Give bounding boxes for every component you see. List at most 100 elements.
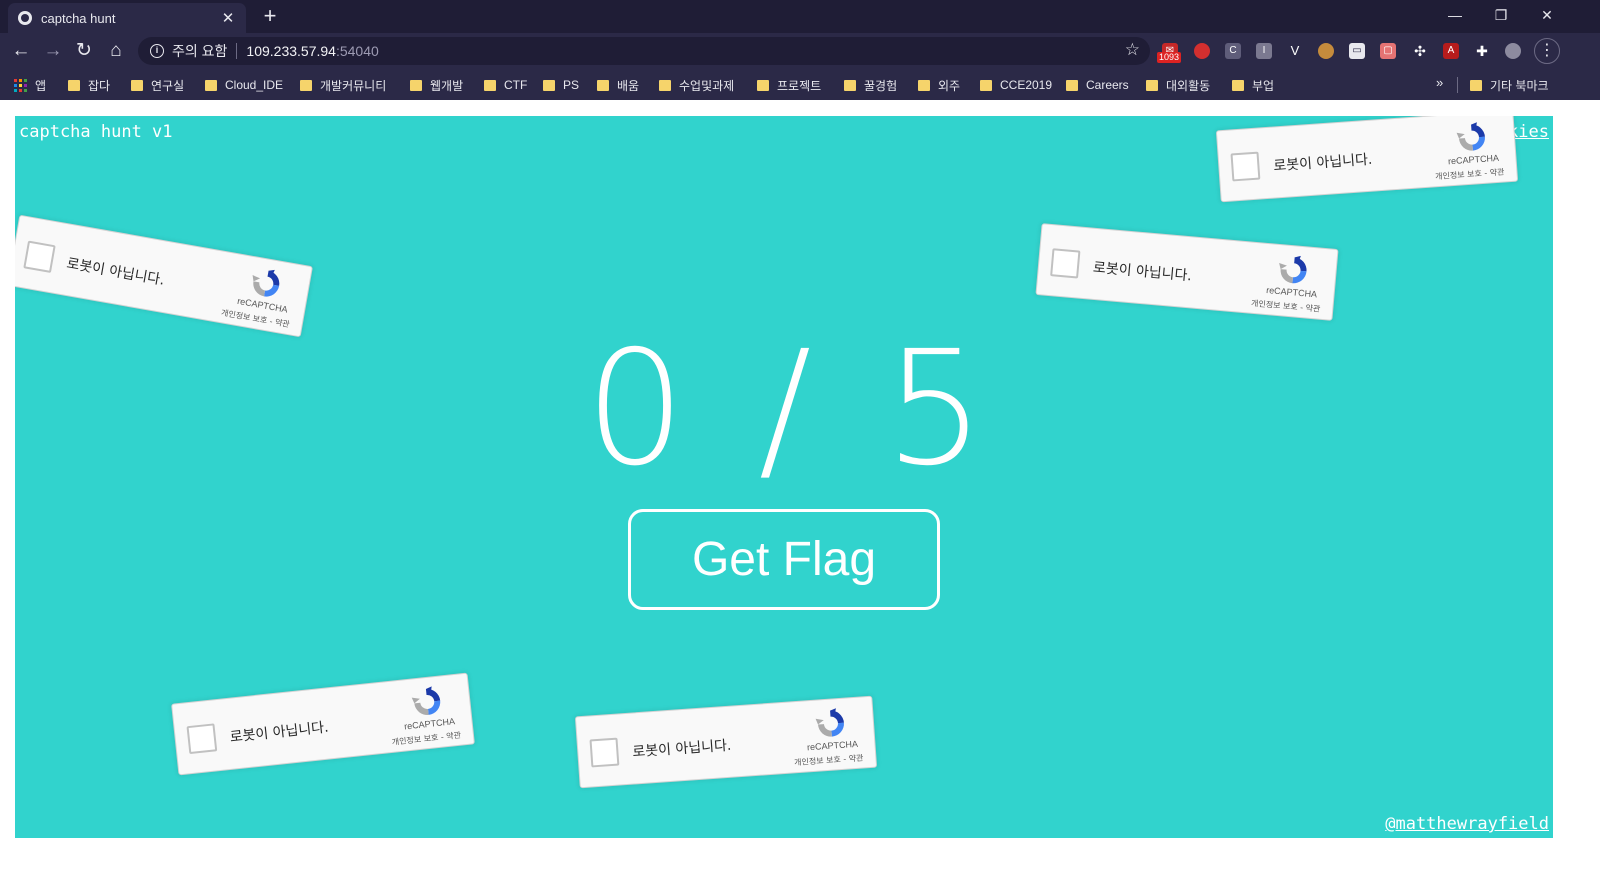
address-separator [236,43,238,59]
address-bar[interactable]: i 주의 요함 109.233.57.94 :54040 ☆ [138,37,1150,65]
back-button[interactable]: ← [7,37,35,65]
recaptcha-checkbox[interactable] [23,240,56,274]
bookmark-folder[interactable]: 프로젝트 [757,75,821,95]
url-port[interactable]: :54040 [336,43,379,59]
tab-title: captcha hunt [41,10,116,26]
pdf-extension-icon[interactable]: A [1443,43,1459,59]
recaptcha-checkbox[interactable] [1230,151,1261,182]
game-stage: captcha hunt v1 cookies @matthewrayfield… [15,116,1553,838]
folder-icon [300,79,312,91]
bookmark-label: 잡다 [88,78,111,93]
info-extension-icon[interactable]: I [1256,43,1272,59]
folder-icon [1066,79,1078,91]
home-button[interactable]: ⌂ [102,37,130,65]
bookmarks-overflow-button[interactable]: » [1436,75,1443,90]
mail-extension-badge: 1093 [1157,52,1182,63]
restore-button[interactable]: ❐ [1478,0,1524,30]
bookmark-folder[interactable]: 개발커뮤니티 [300,75,386,95]
c-extension-icon[interactable]: C [1225,43,1241,59]
new-tab-button[interactable]: + [258,3,282,29]
url-host[interactable]: 109.233.57.94 [246,43,336,59]
recaptcha-checkbox[interactable] [186,723,218,755]
recaptcha-brand: reCAPTCHA [1447,152,1500,167]
bookmark-star-icon[interactable]: ☆ [1125,40,1140,60]
recaptcha-icon [1456,122,1485,151]
bookmark-label: CCE2019 [1000,78,1053,92]
found-count: 0 [585,317,686,501]
recaptcha-brand: reCAPTCHA [806,738,859,753]
bookmark-other-folder[interactable]: 기타 북마크 [1470,75,1549,95]
get-flag-button[interactable]: Get Flag [628,509,940,610]
bookmark-folder[interactable]: 연구실 [131,75,184,95]
recaptcha-terms-link[interactable]: 개인정보 보호 - 약관 [1251,298,1321,315]
bookmark-folder[interactable]: 배움 [597,75,639,95]
minimize-button[interactable]: — [1432,0,1478,30]
bookmark-folder[interactable]: CTF [484,75,527,95]
bookmark-folder[interactable]: Cloud_IDE [205,75,283,95]
bookmark-folder[interactable]: 잡다 [68,75,110,95]
recaptcha-terms-link[interactable]: 개인정보 보호 - 약관 [1435,166,1505,182]
recaptcha-icon [252,269,280,297]
bookmark-label: 웹개발 [430,78,464,93]
card-extension-icon[interactable]: ▭ [1349,43,1365,59]
tab-close-icon[interactable]: ✕ [220,9,236,27]
tab-captcha-hunt[interactable]: captcha hunt ✕ [8,3,246,33]
bookmark-folder[interactable]: 수업및과제 [659,75,734,95]
bookmarks-bar: 앱 잡다 연구실 Cloud_IDE 개발커뮤니티 웹개발 CTF PS 배움 … [0,69,1600,100]
bookmark-label: 연구실 [151,78,185,93]
folder-icon [757,79,769,91]
folder-icon [844,79,856,91]
recaptcha-terms-link[interactable]: 개인정보 보호 - 약관 [794,752,864,768]
close-window-button[interactable]: ✕ [1524,0,1570,30]
recaptcha-icon [1279,255,1307,284]
recaptcha-widget: 로봇이 아닙니다. reCAPTCHA 개인정보 보호 - 약관 [574,695,878,789]
recaptcha-widget: 로봇이 아닙니다. reCAPTCHA 개인정보 보호 - 약관 [1215,116,1519,203]
recaptcha-checkbox[interactable] [1050,248,1081,279]
bookmark-label: 외주 [938,78,961,93]
recaptcha-checkbox[interactable] [589,737,620,768]
profile-avatar[interactable] [1505,43,1521,59]
cookie-extension-icon[interactable] [1318,43,1334,59]
bookmark-folder[interactable]: 외주 [918,75,960,95]
recaptcha-brand: reCAPTCHA [1265,284,1318,300]
folder-icon [1232,79,1244,91]
recaptcha-terms-link[interactable]: 개인정보 보호 - 약관 [391,730,461,748]
bookmark-folder[interactable]: PS [543,75,579,95]
recaptcha-logo: reCAPTCHA [234,263,297,315]
author-link[interactable]: @matthewrayfield [1385,814,1549,834]
reload-button[interactable]: ↻ [70,37,98,65]
v-extension-icon[interactable]: V [1287,43,1303,59]
bookmark-label: 기타 북마크 [1490,78,1549,93]
bookmark-label: 대외활동 [1166,78,1211,93]
bookmark-apps[interactable]: 앱 [14,75,46,95]
bookmark-folder[interactable]: 대외활동 [1146,75,1210,95]
folder-icon [131,79,143,91]
bookmark-folder[interactable]: 꿀경험 [844,75,897,95]
recaptcha-widget: 로봇이 아닙니다. reCAPTCHA 개인정보 보호 - 약관 [15,214,313,338]
total-count: 5 [884,317,985,501]
security-status[interactable]: 주의 요함 [172,41,227,61]
bookmark-folder[interactable]: 웹개발 [410,75,463,95]
adblock-extension-icon[interactable] [1194,43,1210,59]
bookmark-folder[interactable]: CCE2019 [980,75,1052,95]
browser-menu-icon[interactable]: ⋮ [1534,38,1560,64]
folder-icon [1470,79,1482,91]
bookmark-folder[interactable]: 부업 [1232,75,1274,95]
bookmark-label: 수업및과제 [679,78,735,93]
folder-icon [68,79,80,91]
globe-icon [18,11,32,25]
bookmark-folder[interactable]: Careers [1066,75,1129,95]
folder-icon [1146,79,1158,91]
recaptcha-logo: reCAPTCHA [802,706,861,753]
forward-button[interactable]: → [39,37,67,65]
bookmark-label: CTF [504,78,528,92]
window-extension-icon[interactable]: ▢ [1380,43,1396,59]
info-icon[interactable]: i [150,44,164,58]
folder-icon [597,79,609,91]
bookmark-label: 배움 [617,78,640,93]
puzzle-extension-icon[interactable]: ✚ [1474,43,1490,59]
recaptcha-logo: reCAPTCHA [398,683,458,732]
recaptcha-icon [411,686,441,715]
react-extension-icon[interactable]: ✣ [1412,43,1428,59]
folder-icon [410,79,422,91]
